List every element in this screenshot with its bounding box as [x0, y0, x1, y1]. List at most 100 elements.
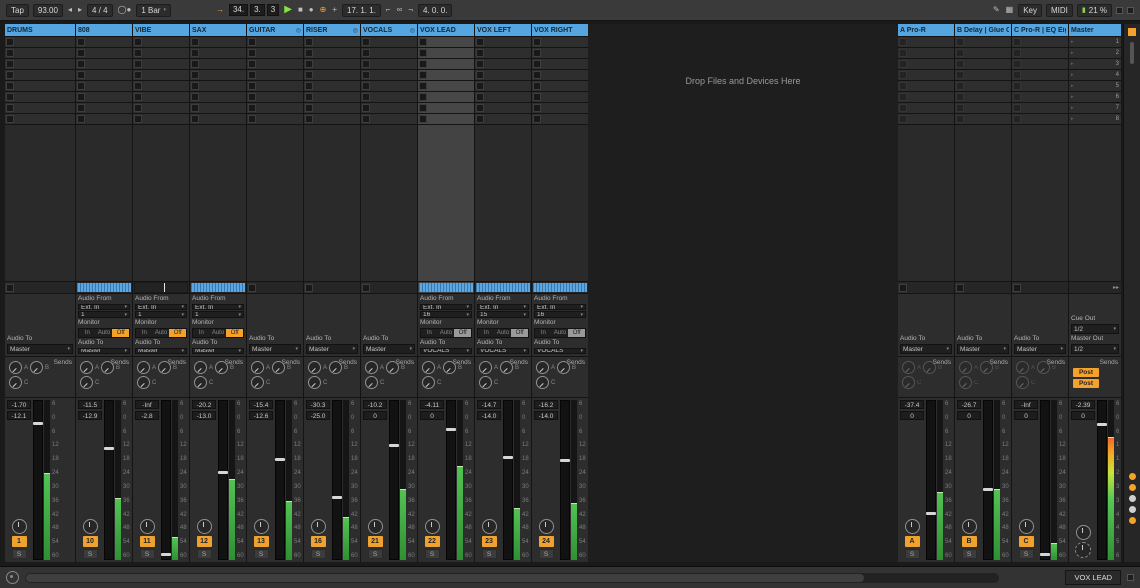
- pan-knob[interactable]: [197, 519, 212, 534]
- send-knob-b[interactable]: [500, 361, 513, 374]
- master-out-chooser[interactable]: 1/2▾: [1071, 344, 1119, 354]
- clip-stop-button[interactable]: [248, 82, 256, 90]
- clip-stop-button[interactable]: [6, 115, 14, 123]
- track-header[interactable]: VOCALS◎: [361, 24, 417, 36]
- mixer-toggle-circle-3[interactable]: [1129, 495, 1136, 502]
- peak-display[interactable]: -12.1: [7, 411, 31, 420]
- track-header[interactable]: 808: [76, 24, 132, 36]
- clip-slot[interactable]: [898, 59, 954, 69]
- clip-slot[interactable]: [76, 70, 132, 80]
- volume-display[interactable]: -30.3: [306, 400, 330, 409]
- clip-stop-button[interactable]: [1013, 38, 1021, 46]
- send-knob-b[interactable]: [443, 361, 456, 374]
- monitor-off-button[interactable]: Off: [112, 329, 129, 337]
- clip-stop-button[interactable]: [248, 115, 256, 123]
- send-knob-b[interactable]: [101, 361, 114, 374]
- arrangement-position[interactable]: 34. 3. 3: [229, 4, 279, 17]
- clip-slot[interactable]: [1012, 92, 1068, 102]
- clip-slot[interactable]: [955, 59, 1011, 69]
- clip-stop-button[interactable]: [362, 60, 370, 68]
- input-type-chooser[interactable]: Ext. In▾: [420, 304, 472, 310]
- solo-button[interactable]: S: [962, 549, 977, 559]
- clip-slot[interactable]: [361, 37, 417, 47]
- clip-slot[interactable]: [361, 103, 417, 113]
- send-knob-b[interactable]: [30, 361, 43, 374]
- pan-knob[interactable]: [311, 519, 326, 534]
- clip-slot[interactable]: [361, 92, 417, 102]
- send-knob-b[interactable]: [557, 361, 570, 374]
- send-knob-a[interactable]: [308, 361, 321, 374]
- clip-slot[interactable]: [361, 59, 417, 69]
- pan-knob[interactable]: [482, 519, 497, 534]
- track-activator[interactable]: 16: [311, 536, 326, 547]
- clip-slot[interactable]: [76, 48, 132, 58]
- playing-clip[interactable]: [419, 283, 473, 292]
- solo-button[interactable]: S: [368, 549, 383, 559]
- clip-slot[interactable]: [361, 283, 370, 293]
- input-channel-chooser[interactable]: 1▾: [135, 311, 187, 317]
- clip-stop-button[interactable]: [134, 49, 142, 57]
- volume-display[interactable]: -Inf: [1014, 400, 1038, 409]
- track-activator[interactable]: B: [962, 536, 977, 547]
- track-header[interactable]: VOX LEFT: [475, 24, 531, 36]
- clip-slot[interactable]: [1012, 48, 1068, 58]
- clip-stop-button[interactable]: [191, 49, 199, 57]
- clip-stop-button[interactable]: [362, 284, 370, 292]
- clip-stop-button[interactable]: [6, 71, 14, 79]
- clip-slot[interactable]: [898, 283, 907, 293]
- clip-stop-button[interactable]: [77, 38, 85, 46]
- track-activator[interactable]: 23: [482, 536, 497, 547]
- send-knob-a[interactable]: [479, 361, 492, 374]
- volume-display[interactable]: -26.7: [957, 400, 981, 409]
- monitor-in-button[interactable]: In: [79, 329, 96, 337]
- clip-stop-button[interactable]: [362, 82, 370, 90]
- clip-slot[interactable]: [898, 114, 954, 124]
- track-header[interactable]: A Pro-R: [898, 24, 954, 36]
- fader-handle[interactable]: [1097, 423, 1107, 426]
- monitor-auto-button[interactable]: Auto: [96, 329, 113, 337]
- clip-slot[interactable]: [475, 81, 531, 91]
- overview-toggle-icon[interactable]: [1128, 28, 1136, 36]
- track-activator[interactable]: 24: [539, 536, 554, 547]
- loop-button[interactable]: ∞: [396, 6, 404, 14]
- monitor-off-button[interactable]: Off: [169, 329, 186, 337]
- solo-button[interactable]: S: [197, 549, 212, 559]
- clip-stop-button[interactable]: [476, 115, 484, 123]
- track-activator[interactable]: 22: [425, 536, 440, 547]
- fader-handle[interactable]: [33, 422, 43, 425]
- fader-handle[interactable]: [389, 444, 399, 447]
- clip-slot[interactable]: [190, 59, 246, 69]
- volume-fader[interactable]: [389, 400, 399, 560]
- peak-display[interactable]: 0: [363, 411, 387, 420]
- input-type-chooser[interactable]: Ext. In▾: [192, 304, 244, 310]
- scene-slot[interactable]: ▸6: [1069, 92, 1121, 102]
- clip-slot[interactable]: [361, 114, 417, 124]
- clip-stop-button[interactable]: [956, 82, 964, 90]
- clip-slot[interactable]: [304, 283, 313, 293]
- pan-knob[interactable]: [425, 519, 440, 534]
- solo-button[interactable]: S: [140, 549, 155, 559]
- track-activator[interactable]: C: [1019, 536, 1034, 547]
- clip-slot[interactable]: [955, 81, 1011, 91]
- cpu-meter[interactable]: ▮ 21 %: [1077, 4, 1112, 17]
- clip-stop-button[interactable]: [305, 115, 313, 123]
- send-knob-c[interactable]: [422, 376, 435, 389]
- fader-handle[interactable]: [926, 512, 936, 515]
- clip-slot[interactable]: [304, 114, 360, 124]
- clip-stop-button[interactable]: [419, 115, 427, 123]
- scene-slot[interactable]: ▸3: [1069, 59, 1121, 69]
- solo-button[interactable]: S: [311, 549, 326, 559]
- scene-slot[interactable]: ▸1: [1069, 37, 1121, 47]
- send-knob-a[interactable]: [902, 361, 915, 374]
- input-type-chooser[interactable]: Ext. In▾: [477, 304, 529, 310]
- clip-stop-button[interactable]: [6, 38, 14, 46]
- clip-slot[interactable]: [304, 37, 360, 47]
- track-header[interactable]: C Pro-R | EQ Eight: [1012, 24, 1068, 36]
- send-knob-a[interactable]: [137, 361, 150, 374]
- clip-stop-button[interactable]: [899, 71, 907, 79]
- output-chooser[interactable]: VOCALS▾: [534, 348, 586, 354]
- clip-stop-button[interactable]: [476, 38, 484, 46]
- track-activator[interactable]: 11: [140, 536, 155, 547]
- clip-slot[interactable]: [475, 92, 531, 102]
- clip-slot[interactable]: [1012, 59, 1068, 69]
